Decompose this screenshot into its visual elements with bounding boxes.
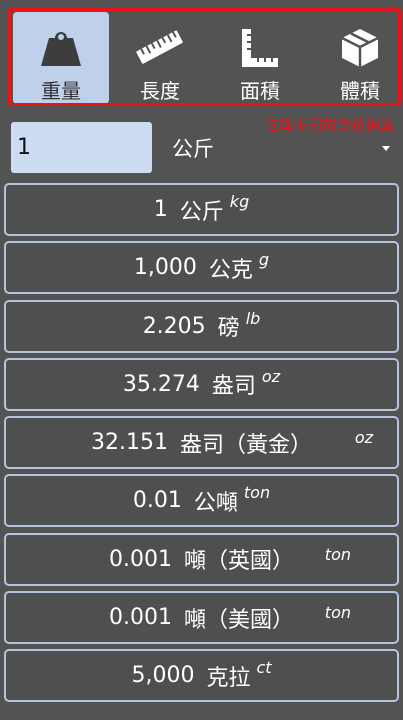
result-unit-name: 盎司 xyxy=(211,374,256,400)
result-unit-name: 公噸 xyxy=(193,490,238,516)
tab-weight-label: 重量 xyxy=(41,79,81,103)
result-row-tonne[interactable]: 0.01 公噸 ton xyxy=(4,474,399,528)
result-unit-abbr: ct xyxy=(256,658,272,678)
result-unit-abbr: ton xyxy=(324,603,351,623)
result-row-oz[interactable]: 35.274 盎司 oz xyxy=(4,357,399,411)
result-unit-name: 克拉 xyxy=(206,665,251,691)
result-value: 35.274 xyxy=(122,371,200,397)
result-value: 0.001 xyxy=(109,546,172,572)
result-row-lb[interactable]: 2.205 磅 lb xyxy=(4,299,399,353)
result-unit-name: 噸（美國） xyxy=(183,607,294,633)
result-unit-abbr: g xyxy=(258,250,270,270)
unit-select-value: 公斤 xyxy=(172,136,214,161)
result-value: 1,000 xyxy=(133,255,197,281)
area-icon xyxy=(238,26,282,69)
tab-volume-label: 體積 xyxy=(340,79,380,103)
result-unit-abbr: kg xyxy=(229,192,250,211)
tab-weight[interactable]: 重量 xyxy=(13,12,109,104)
cube-icon xyxy=(338,26,382,69)
tab-area-label: 面積 xyxy=(240,79,280,103)
result-row-ton-us[interactable]: 0.001 噸（美國） ton xyxy=(4,591,399,645)
result-value: 5,000 xyxy=(131,663,195,689)
result-unit-name: 磅 xyxy=(217,316,240,342)
conversion-results-list: 1 公斤 kg 1,000 公克 g 2.205 磅 lb 35.274 盎司 … xyxy=(4,183,399,708)
result-unit-name: 盎司（黃金） xyxy=(179,432,312,458)
result-value: 1 xyxy=(153,197,168,222)
result-unit-abbr: oz xyxy=(261,366,281,386)
weight-icon xyxy=(39,26,83,69)
result-value: 0.001 xyxy=(109,605,172,631)
result-row-ton-uk[interactable]: 0.001 噸（英國） ton xyxy=(4,532,399,586)
tab-length-label: 長度 xyxy=(140,79,180,103)
result-value: 2.205 xyxy=(142,313,206,339)
result-unit-abbr: oz xyxy=(354,428,373,448)
tab-area[interactable]: 面積 xyxy=(212,12,308,104)
result-row-kg[interactable]: 1 公斤 kg xyxy=(4,183,399,236)
tab-length[interactable]: 長度 xyxy=(112,12,208,104)
input-row: 公斤 xyxy=(0,118,403,180)
ruler-icon xyxy=(133,26,187,69)
unit-select[interactable]: 公斤 xyxy=(168,122,394,173)
result-row-ct[interactable]: 5,000 克拉 ct xyxy=(4,649,399,703)
result-unit-abbr: ton xyxy=(324,544,351,564)
unit-category-tabs: 重量 長度 面積 體積 xyxy=(0,0,403,112)
tab-volume[interactable]: 體積 xyxy=(312,12,403,104)
result-unit-abbr: ton xyxy=(243,483,271,503)
result-value: 0.01 xyxy=(132,488,182,514)
result-row-oz-gold[interactable]: 32.151 盎司（黃金） oz xyxy=(4,416,399,470)
result-unit-name: 公斤 xyxy=(179,199,224,225)
result-row-g[interactable]: 1,000 公克 g xyxy=(4,241,399,295)
dropdown-caret-icon xyxy=(382,146,390,151)
result-unit-name: 噸（英國） xyxy=(183,549,294,575)
result-unit-name: 公克 xyxy=(208,257,253,283)
result-value: 32.151 xyxy=(91,430,168,456)
result-unit-abbr: lb xyxy=(245,308,261,328)
quantity-input[interactable] xyxy=(11,122,152,173)
